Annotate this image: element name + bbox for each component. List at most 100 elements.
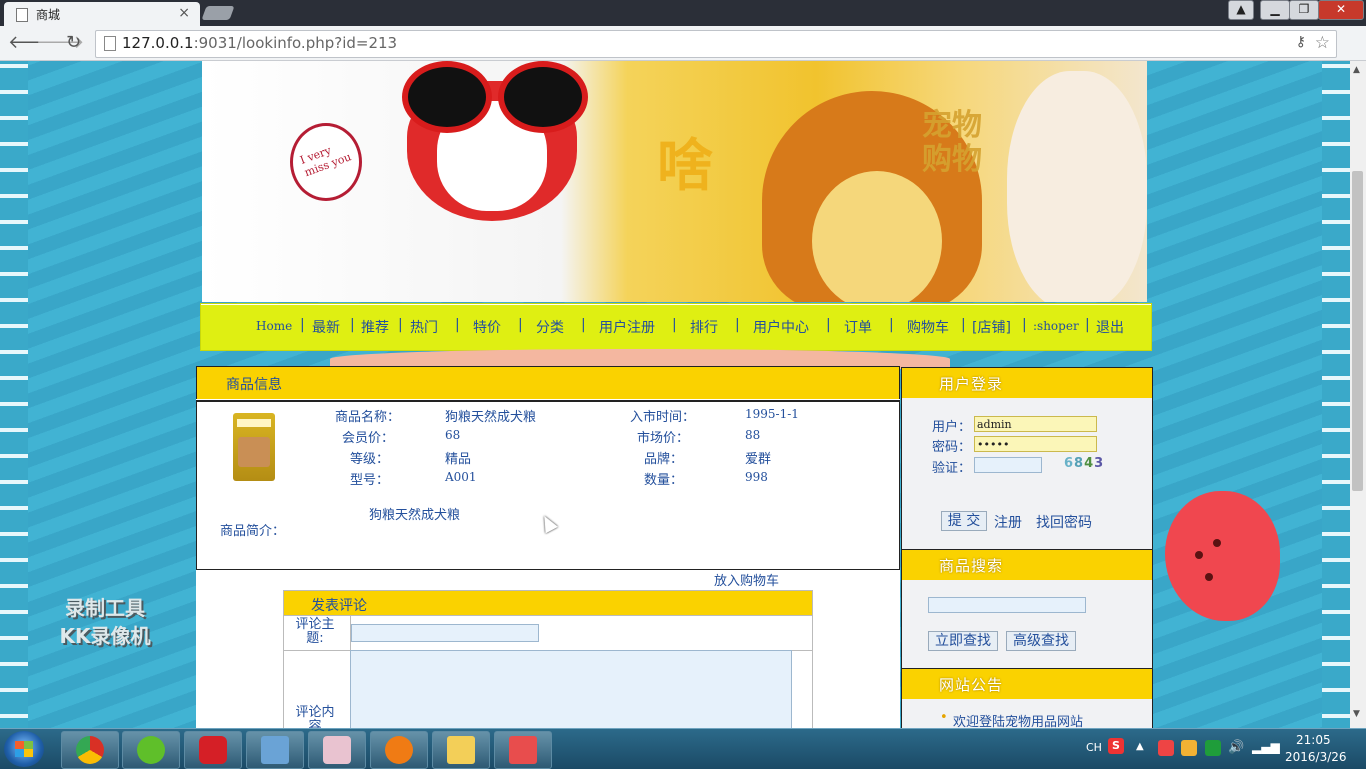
- nav-logout[interactable]: 退出: [1096, 317, 1124, 337]
- scrollbar-thumb[interactable]: [1352, 171, 1363, 491]
- green-tray-icon[interactable]: [1205, 740, 1221, 756]
- nav-special[interactable]: 特价: [473, 317, 501, 337]
- window-close-button[interactable]: ✕: [1318, 0, 1364, 20]
- window-user-icon[interactable]: ▲: [1228, 0, 1254, 20]
- captcha-digit: 4: [1084, 456, 1095, 471]
- model-label: 型号：: [350, 473, 390, 488]
- nav-cart[interactable]: 购物车: [907, 317, 949, 337]
- network-icon[interactable]: ▂▄▆: [1252, 740, 1280, 756]
- avatar-app-icon: [323, 736, 351, 764]
- product-intro-label: 商品简介：: [220, 524, 286, 539]
- url-text[interactable]: 127.0.0.1:9031/lookinfo.php?id=213: [122, 34, 397, 52]
- brand-label: 品牌：: [644, 452, 684, 467]
- nav-ranking[interactable]: 排行: [690, 317, 718, 337]
- nav-shop[interactable]: [店铺]: [972, 317, 1011, 337]
- register-link[interactable]: 注册: [994, 512, 1022, 532]
- username-input[interactable]: admin: [974, 416, 1097, 432]
- product-image[interactable]: [233, 413, 275, 481]
- password-input[interactable]: •••••: [974, 436, 1097, 452]
- volume-icon[interactable]: 🔊: [1228, 740, 1244, 756]
- taskbar-app-green[interactable]: [122, 731, 180, 769]
- search-now-button[interactable]: 立即查找: [928, 631, 998, 651]
- comment-form: 发表评论 评论主题: 评论内容: [283, 590, 813, 728]
- nav-home[interactable]: Home: [256, 319, 292, 333]
- bookmark-star-icon[interactable]: ☆: [1315, 33, 1330, 53]
- comment-subject-input[interactable]: [351, 624, 539, 642]
- notice-item[interactable]: 欢迎登陆宠物用品网站: [953, 711, 1083, 728]
- taskbar-explorer[interactable]: [432, 731, 490, 769]
- watermark-line-1: 录制工具: [65, 596, 145, 620]
- nav-separator: |: [672, 317, 677, 333]
- nav-orders[interactable]: 订单: [844, 317, 872, 337]
- verify-label: 验证：: [932, 461, 972, 476]
- scroll-down-icon[interactable]: ▼: [1353, 709, 1360, 719]
- vertical-scrollbar[interactable]: ▲ ▼: [1350, 61, 1366, 728]
- page-viewport: 录制工具 KK录像机 I very miss you 啥 宠物 购物 Home …: [0, 61, 1350, 728]
- image-viewer-icon: [261, 736, 289, 764]
- package-dog-picture: [238, 437, 270, 467]
- product-search-input[interactable]: [928, 597, 1086, 613]
- nav-hot[interactable]: 热门: [410, 317, 438, 337]
- forgot-password-link[interactable]: 找回密码: [1036, 512, 1092, 532]
- window-minimize-button[interactable]: ▁: [1260, 0, 1290, 20]
- new-tab-button[interactable]: [201, 6, 235, 20]
- comment-content-textarea[interactable]: [350, 650, 792, 728]
- reload-icon[interactable]: ↻: [66, 32, 81, 53]
- verify-input[interactable]: [974, 457, 1042, 473]
- advanced-search-button[interactable]: 高级查找: [1006, 631, 1076, 651]
- weibo-tray-icon[interactable]: [1158, 740, 1174, 756]
- start-button[interactable]: [4, 731, 44, 767]
- package-label: [237, 419, 271, 427]
- taskbar-chrome[interactable]: [61, 731, 119, 769]
- password-label: 密码：: [932, 440, 972, 455]
- nav-recommend[interactable]: 推荐: [361, 317, 389, 337]
- taskbar-netease-music[interactable]: [184, 731, 242, 769]
- quantity-label: 数量：: [644, 473, 684, 488]
- banner-sha-text: 啥: [657, 134, 713, 199]
- right-sidebar: 用户登录 用户： admin 密码： ••••• 验证： 6843 提 交 注册…: [901, 367, 1153, 728]
- market-price-value: 88: [745, 428, 761, 442]
- browser-tab-active[interactable]: 商城 ×: [4, 2, 200, 26]
- green-app-icon: [137, 736, 165, 764]
- speech-bubble: I very miss you: [290, 123, 362, 201]
- scroll-up-icon[interactable]: ▲: [1353, 65, 1360, 75]
- taskbar-avatar-app[interactable]: [308, 731, 366, 769]
- window-maximize-button[interactable]: ❐: [1289, 0, 1319, 20]
- search-title: 商品搜索: [939, 557, 1004, 575]
- nav-latest[interactable]: 最新: [312, 317, 340, 337]
- windows-logo-icon: [15, 741, 33, 757]
- deco-eye: [1213, 539, 1221, 547]
- taskbar-ninja-app[interactable]: [370, 731, 428, 769]
- key-icon[interactable]: ⚷: [1296, 34, 1306, 50]
- deco-eye: [1205, 573, 1213, 581]
- nav-category[interactable]: 分类: [536, 317, 564, 337]
- nav-separator: |: [1022, 317, 1027, 333]
- login-submit-button[interactable]: 提 交: [941, 511, 987, 531]
- rabbit-illustration: [1007, 71, 1147, 302]
- notice-box: • 欢迎登陆宠物用品网站: [901, 699, 1153, 728]
- input-language[interactable]: CH: [1086, 741, 1102, 754]
- taskbar-image-viewer[interactable]: [246, 731, 304, 769]
- sogou-input-icon[interactable]: S: [1108, 738, 1124, 754]
- grade-label: 等级：: [350, 452, 390, 467]
- taskbar-notepad[interactable]: [494, 731, 552, 769]
- qq-tray-icon[interactable]: [1181, 740, 1197, 756]
- tray-expand-icon[interactable]: ▲: [1136, 741, 1144, 752]
- comment-subject-label: 评论主题:: [295, 617, 335, 646]
- tab-close-icon[interactable]: ×: [178, 5, 190, 21]
- nav-register[interactable]: 用户注册: [599, 317, 655, 337]
- notice-header: 网站公告: [901, 668, 1153, 700]
- nav-shoper[interactable]: :shoper: [1033, 319, 1079, 333]
- watermark-line-2: KK录像机: [59, 624, 151, 648]
- header-banner: I very miss you 啥 宠物 购物: [202, 61, 1147, 302]
- page-icon: [104, 36, 116, 51]
- captcha-image[interactable]: 6843: [1064, 456, 1104, 471]
- address-bar[interactable]: 127.0.0.1:9031/lookinfo.php?id=213 ⚷ ☆: [95, 30, 1337, 58]
- add-to-cart-link[interactable]: 放入购物车: [714, 570, 779, 589]
- nav-separator: |: [398, 317, 403, 333]
- search-header: 商品搜索: [901, 549, 1153, 581]
- nav-user-center[interactable]: 用户中心: [753, 317, 809, 337]
- clock-time[interactable]: 21:05: [1296, 733, 1331, 747]
- recorder-watermark: 录制工具 KK录像机: [30, 594, 180, 650]
- clock-date[interactable]: 2016/3/26: [1285, 750, 1347, 764]
